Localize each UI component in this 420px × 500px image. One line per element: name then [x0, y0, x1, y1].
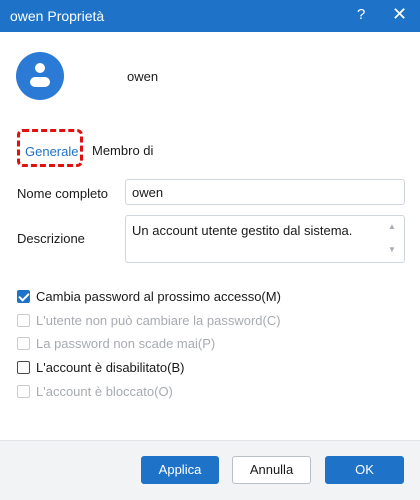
- account-locked-label: L'account è bloccato(O): [36, 384, 173, 399]
- title-bar: owen Proprietà ? ✕: [0, 0, 420, 32]
- account-disabled-checkbox[interactable]: [17, 361, 30, 374]
- description-field[interactable]: Un account utente gestito dal sistema.: [125, 215, 405, 263]
- change-password-checkbox[interactable]: [17, 290, 30, 303]
- avatar-head: [35, 63, 45, 73]
- password-never-expires-checkbox: [17, 337, 30, 350]
- apply-button[interactable]: Applica: [141, 456, 219, 484]
- cancel-button[interactable]: Annulla: [232, 456, 311, 484]
- scroll-up-icon[interactable]: ▲: [388, 222, 396, 231]
- change-password-label: Cambia password al prossimo accesso(M): [36, 289, 281, 304]
- cannot-change-password-checkbox: [17, 314, 30, 327]
- password-never-expires-label: La password non scade mai(P): [36, 336, 216, 351]
- tab-membro-di[interactable]: Membro di: [92, 143, 153, 158]
- avatar-body: [30, 77, 50, 87]
- tab-generale[interactable]: Generale: [17, 129, 83, 167]
- full-name-label: Nome completo: [17, 186, 109, 201]
- help-icon[interactable]: ?: [357, 6, 365, 23]
- dialog-footer: Applica Annulla OK: [0, 440, 420, 500]
- scroll-down-icon[interactable]: ▼: [388, 245, 396, 254]
- account-disabled-label: L'account è disabilitato(B): [36, 360, 185, 375]
- ok-button[interactable]: OK: [325, 456, 404, 484]
- user-name: owen: [127, 69, 159, 84]
- description-label: Descrizione: [17, 231, 85, 246]
- full-name-field[interactable]: [125, 179, 405, 205]
- window-title: owen Proprietà: [10, 8, 105, 24]
- close-icon[interactable]: ✕: [392, 4, 407, 25]
- cannot-change-password-label: L'utente non può cambiare la password(C): [36, 313, 281, 328]
- account-locked-checkbox: [17, 385, 30, 398]
- tab-generale-label: Generale: [25, 144, 79, 159]
- user-avatar-icon: [16, 52, 64, 100]
